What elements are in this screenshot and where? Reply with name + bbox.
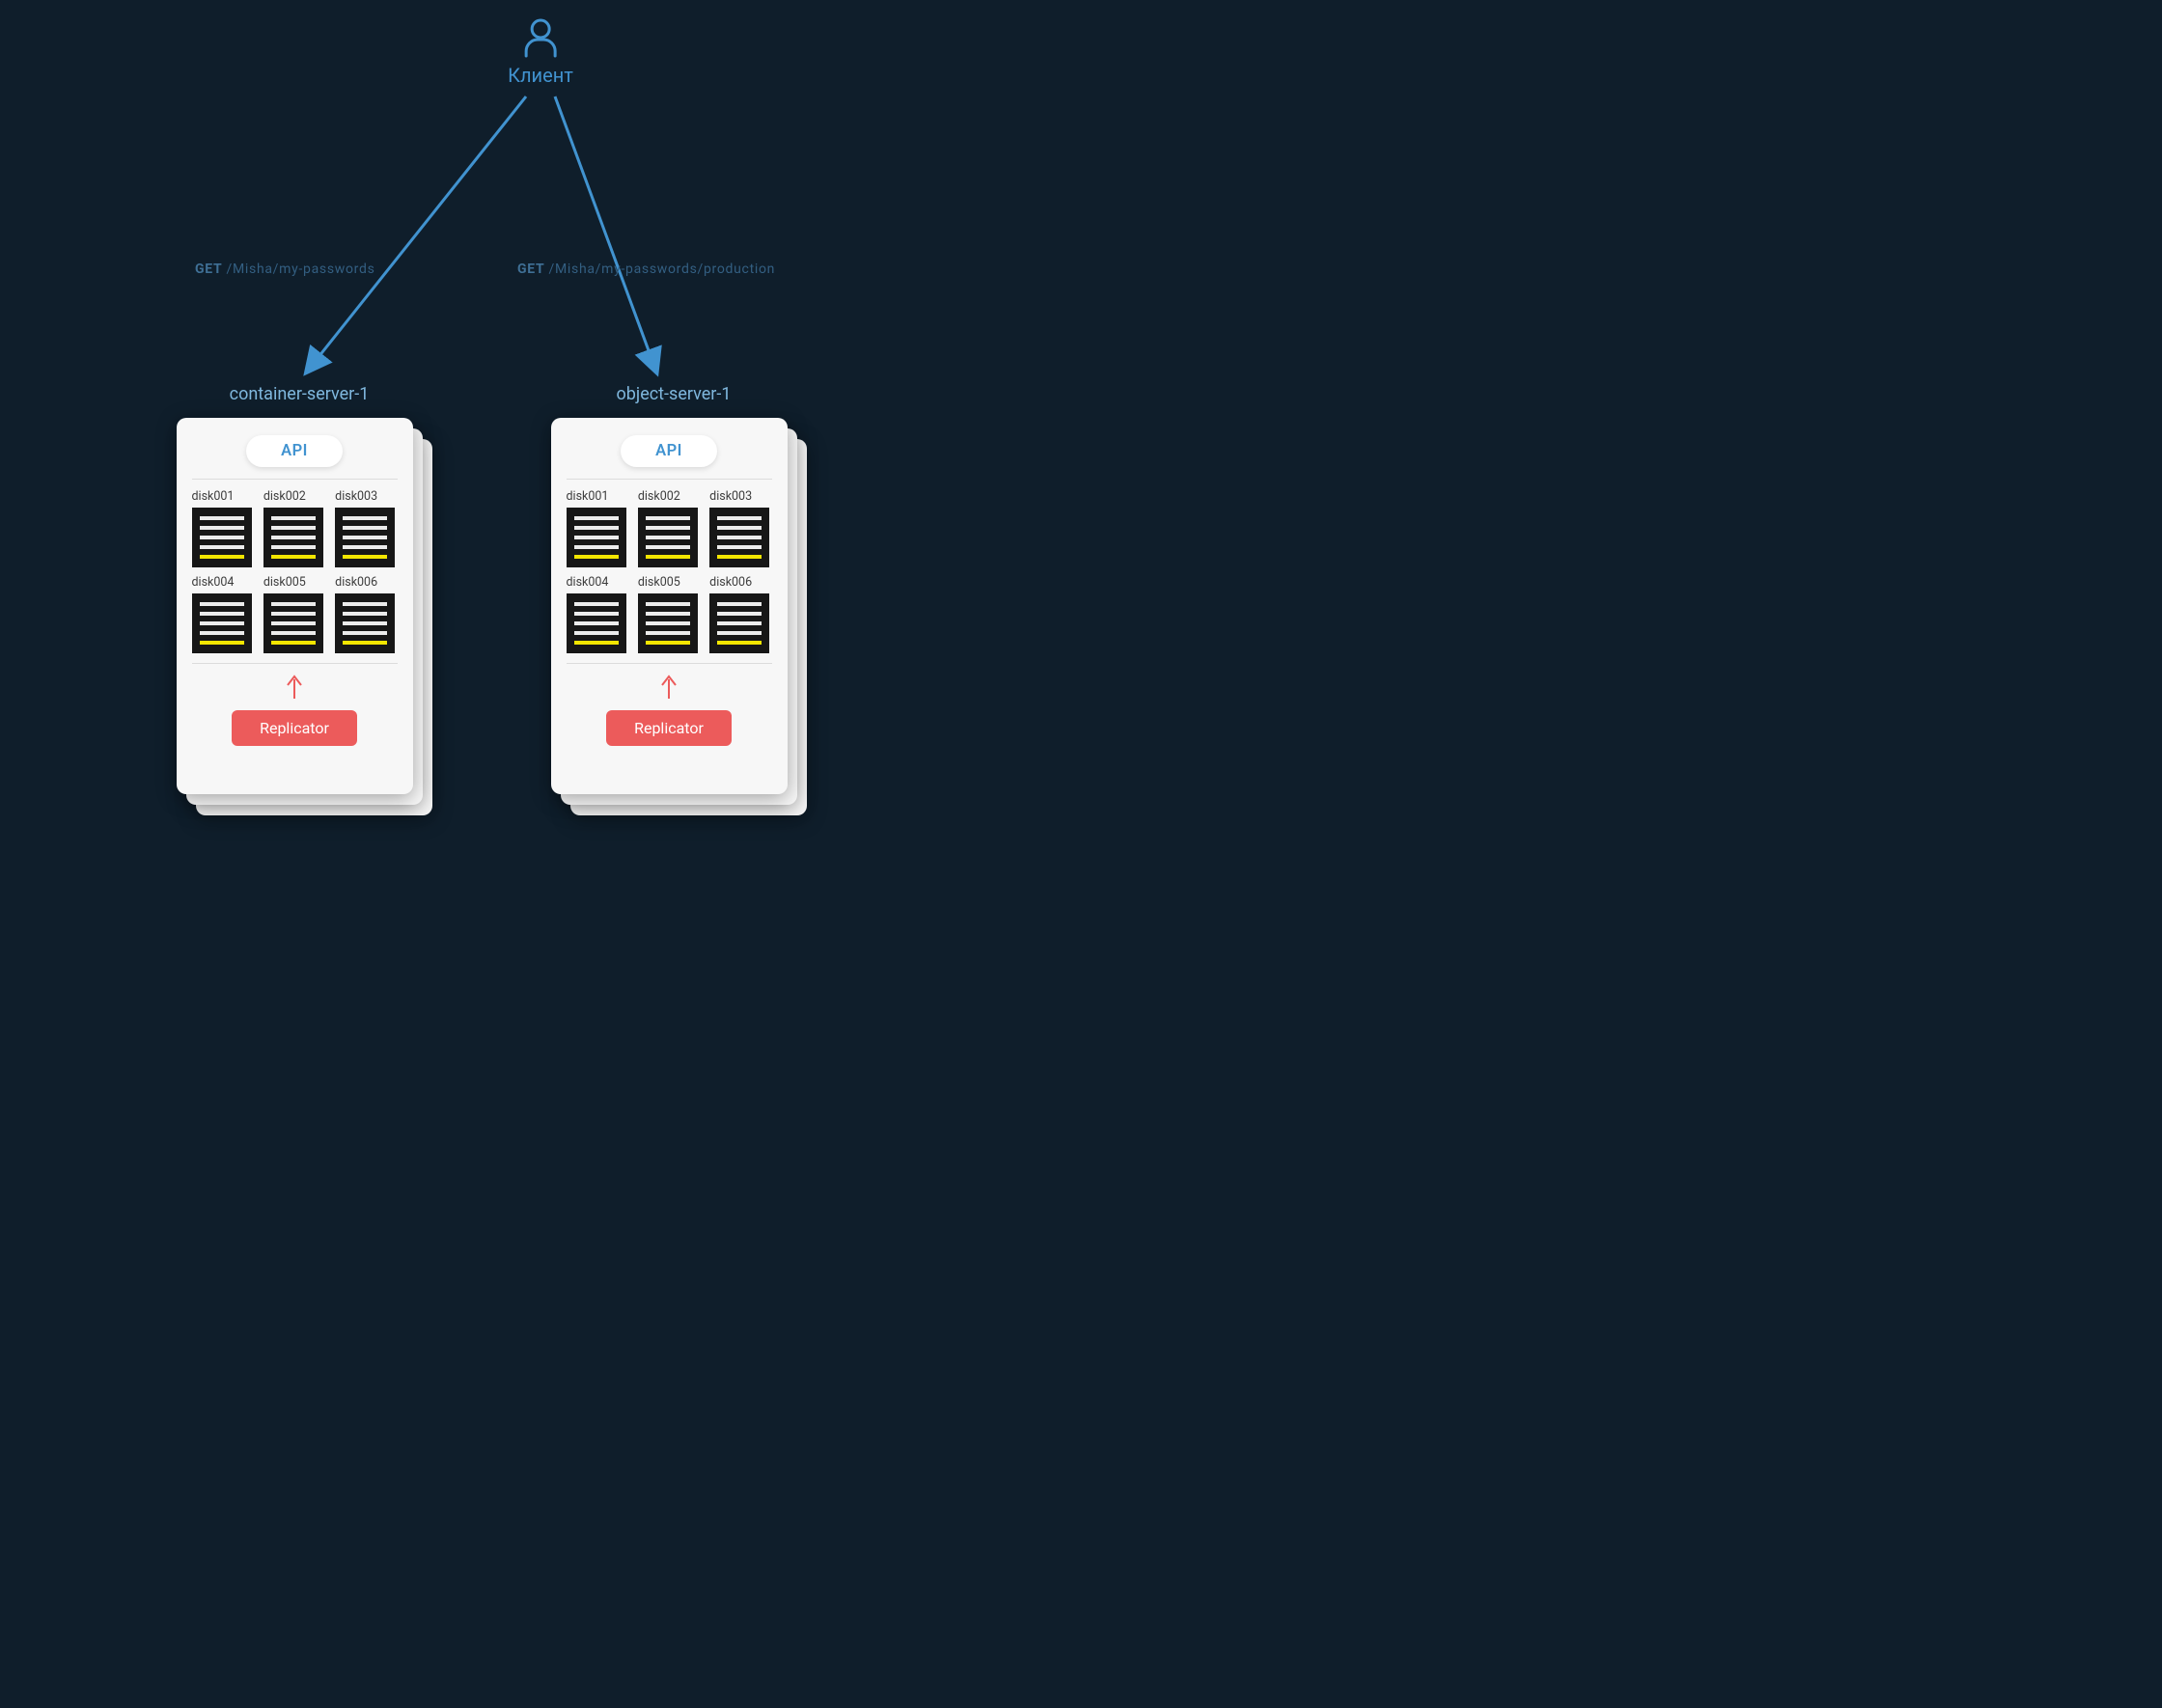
client: Клиент: [508, 17, 573, 87]
disk-label: disk005: [638, 575, 700, 590]
disk-item: disk002: [263, 489, 325, 567]
disk-label: disk006: [709, 575, 771, 590]
disk-icon: [263, 593, 323, 653]
divider: [567, 479, 772, 480]
disk-item: disk003: [335, 489, 397, 567]
disk-item: disk004: [192, 575, 254, 653]
disk-icon: [335, 593, 395, 653]
request-method: GET: [517, 262, 544, 277]
server-title: object-server-1: [539, 384, 809, 404]
user-icon: [508, 17, 573, 60]
request-path: /Misha/my-passwords: [227, 262, 375, 277]
disks-grid-right: disk001 disk002 disk003 disk004 disk005 disk0…: [565, 489, 774, 653]
client-label: Клиент: [508, 64, 573, 87]
disk-label: disk006: [335, 575, 397, 590]
divider: [192, 479, 398, 480]
object-server-stack: object-server-1 API disk001disk002disk00…: [539, 384, 809, 804]
disk-icon: [263, 508, 323, 567]
request-path: /Misha/my-passwords/production: [549, 262, 776, 277]
client-arrows: [0, 87, 1081, 396]
disk-item: disk001: [567, 489, 628, 567]
disk-label: disk004: [192, 575, 254, 590]
disk-item: disk006: [335, 575, 397, 653]
card-stack: API disk001disk002disk003disk004disk005d…: [551, 418, 797, 804]
disk-label: disk003: [335, 489, 397, 504]
request-left: GET /Misha/my-passwords: [195, 262, 375, 277]
disk-label: disk002: [638, 489, 700, 504]
disk-label: disk003: [709, 489, 771, 504]
card-front: API disk001disk002disk003disk004disk005d…: [551, 418, 788, 794]
disk-icon: [709, 593, 769, 653]
disk-item: disk002: [638, 489, 700, 567]
disk-item: disk001: [192, 489, 254, 567]
disks-grid-left: disk001 disk002 disk003 disk004 disk005 disk0…: [190, 489, 400, 653]
disk-item: disk003: [709, 489, 771, 567]
disk-icon: [335, 508, 395, 567]
disk-label: disk001: [567, 489, 628, 504]
disk-icon: [638, 593, 698, 653]
api-badge: API: [246, 435, 343, 467]
disk-icon: [567, 593, 626, 653]
server-title: container-server-1: [164, 384, 434, 404]
disk-label: disk001: [192, 489, 254, 504]
card-front: API disk001disk002disk003disk004disk005d…: [177, 418, 413, 794]
container-server-stack: container-server-1 API disk001disk002dis…: [164, 384, 434, 804]
replicator-arrow-icon: [190, 674, 400, 704]
card-stack: API disk001disk002disk003disk004disk005d…: [177, 418, 423, 804]
divider: [567, 663, 772, 664]
disk-item: disk005: [638, 575, 700, 653]
disk-label: disk002: [263, 489, 325, 504]
disk-icon: [709, 508, 769, 567]
divider: [192, 663, 398, 664]
disk-icon: [192, 593, 252, 653]
replicator-arrow-icon: [565, 674, 774, 704]
disk-label: disk004: [567, 575, 628, 590]
api-badge: API: [621, 435, 717, 467]
request-method: GET: [195, 262, 222, 277]
disk-item: disk004: [567, 575, 628, 653]
disk-item: disk005: [263, 575, 325, 653]
replicator-badge: Replicator: [606, 710, 732, 746]
replicator-badge: Replicator: [232, 710, 357, 746]
disk-icon: [638, 508, 698, 567]
disk-icon: [567, 508, 626, 567]
disk-label: disk005: [263, 575, 325, 590]
disk-icon: [192, 508, 252, 567]
request-right: GET /Misha/my-passwords/production: [517, 262, 775, 277]
disk-item: disk006: [709, 575, 771, 653]
